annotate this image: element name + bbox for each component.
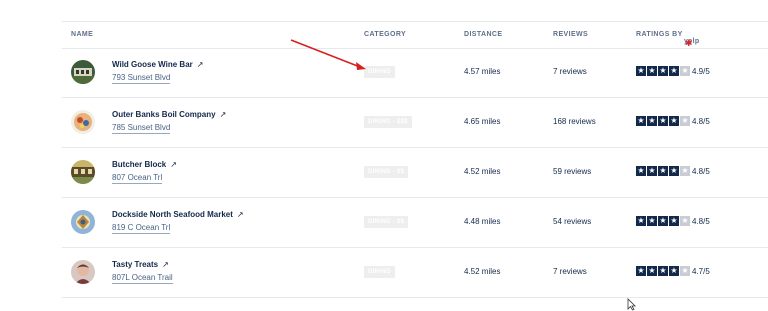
distance: 4.52 miles (464, 267, 501, 276)
avatar (71, 160, 95, 184)
table-row: Butcher Block ↗ 807 Ocean Trl DINING - $$… (62, 148, 768, 198)
external-link-icon[interactable]: ↗ (170, 160, 177, 169)
table-row: Outer Banks Boil Company ↗ 785 Sunset Blv… (62, 98, 768, 148)
distance: 4.52 miles (464, 167, 501, 176)
distance: 4.57 miles (464, 67, 501, 76)
external-link-icon[interactable]: ↗ (162, 260, 169, 269)
reviews-count: 7 reviews (553, 267, 587, 276)
table-row: Dockside North Seafood Market ↗ 819 C Oce… (62, 198, 768, 248)
header-category: CATEGORY (364, 31, 407, 38)
restaurant-name-link[interactable]: Dockside North Seafood Market ↗ (112, 210, 244, 219)
star-icon: ★ (658, 66, 668, 76)
star-icon: ★ (636, 166, 646, 176)
category-badge: DINING (364, 266, 395, 278)
restaurant-name-link[interactable]: Wild Goose Wine Bar ↗ (112, 60, 203, 69)
restaurant-table: NAME CATEGORY DISTANCE REVIEWS RATINGS B… (62, 21, 768, 298)
reviews-count: 54 reviews (553, 217, 592, 226)
star-icon: ★ (658, 266, 668, 276)
header-name: NAME (71, 31, 94, 38)
star-icon: ★ (658, 116, 668, 126)
table-row: Wild Goose Wine Bar ↗ 793 Sunset Blvd DIN… (62, 48, 768, 98)
category-badge: DINING - $$ (364, 216, 409, 228)
star-icon: ★ (647, 266, 657, 276)
external-link-icon[interactable]: ↗ (237, 210, 244, 219)
star-icon: ★ (669, 216, 679, 226)
distance: 4.65 miles (464, 117, 501, 126)
star-icon: ★ (669, 266, 679, 276)
reviews-count: 59 reviews (553, 167, 592, 176)
table-row: Tasty Treats ↗ 807L Ocean Trail DINING 4.… (62, 248, 768, 298)
distance: 4.48 miles (464, 217, 501, 226)
avatar (71, 210, 95, 234)
star-icon: ★ (680, 216, 690, 226)
rating-value: 4.8/5 (692, 167, 710, 176)
avatar (71, 60, 95, 84)
star-icon: ★ (636, 116, 646, 126)
reviews-count: 168 reviews (553, 117, 596, 126)
star-icon: ★ (669, 116, 679, 126)
star-icon: ★ (658, 216, 668, 226)
star-icon: ★ (636, 266, 646, 276)
category-badge: DINING - $$ (364, 166, 409, 178)
mouse-cursor-icon (627, 298, 636, 311)
star-rating: ★ ★ ★ ★ ★ (636, 166, 690, 177)
header-ratings-by: RATINGS BY (636, 31, 683, 38)
star-icon: ★ (647, 216, 657, 226)
table-header: NAME CATEGORY DISTANCE REVIEWS RATINGS B… (62, 22, 768, 49)
star-icon: ★ (658, 166, 668, 176)
external-link-icon[interactable]: ↗ (220, 110, 227, 119)
star-icon: ★ (647, 166, 657, 176)
avatar (71, 110, 95, 134)
address-link[interactable]: 819 C Ocean Trl (112, 223, 171, 234)
restaurant-name-link[interactable]: Tasty Treats ↗ (112, 260, 169, 269)
star-icon: ★ (680, 116, 690, 126)
address-link[interactable]: 785 Sunset Blvd (112, 123, 171, 134)
external-link-icon[interactable]: ↗ (197, 60, 204, 69)
restaurant-name-link[interactable]: Butcher Block ↗ (112, 160, 177, 169)
rating-value: 4.8/5 (692, 117, 710, 126)
rating-value: 4.8/5 (692, 217, 710, 226)
address-link[interactable]: 807 Ocean Trl (112, 173, 163, 184)
star-icon: ★ (636, 216, 646, 226)
star-icon: ★ (669, 66, 679, 76)
star-icon: ★ (680, 166, 690, 176)
address-link[interactable]: 793 Sunset Blvd (112, 73, 171, 84)
address-link[interactable]: 807L Ocean Trail (112, 273, 173, 284)
category-badge: DINING (364, 66, 395, 78)
star-icon: ★ (636, 66, 646, 76)
star-rating: ★ ★ ★ ★ ★ (636, 266, 690, 277)
category-badge: DINING - $$$ (364, 116, 412, 128)
header-reviews: REVIEWS (553, 31, 589, 38)
star-icon: ★ (647, 116, 657, 126)
star-rating: ★ ★ ★ ★ ★ (636, 66, 690, 77)
rating-value: 4.9/5 (692, 67, 710, 76)
star-icon: ★ (669, 166, 679, 176)
star-rating: ★ ★ ★ ★ ★ (636, 216, 690, 227)
header-distance: DISTANCE (464, 31, 503, 38)
star-icon: ★ (647, 66, 657, 76)
restaurant-name-link[interactable]: Outer Banks Boil Company ↗ (112, 110, 226, 119)
rating-value: 4.7/5 (692, 267, 710, 276)
avatar (71, 260, 95, 284)
star-icon: ★ (680, 66, 690, 76)
reviews-count: 7 reviews (553, 67, 587, 76)
star-rating: ★ ★ ★ ★ ★ (636, 116, 690, 127)
star-icon: ★ (680, 266, 690, 276)
